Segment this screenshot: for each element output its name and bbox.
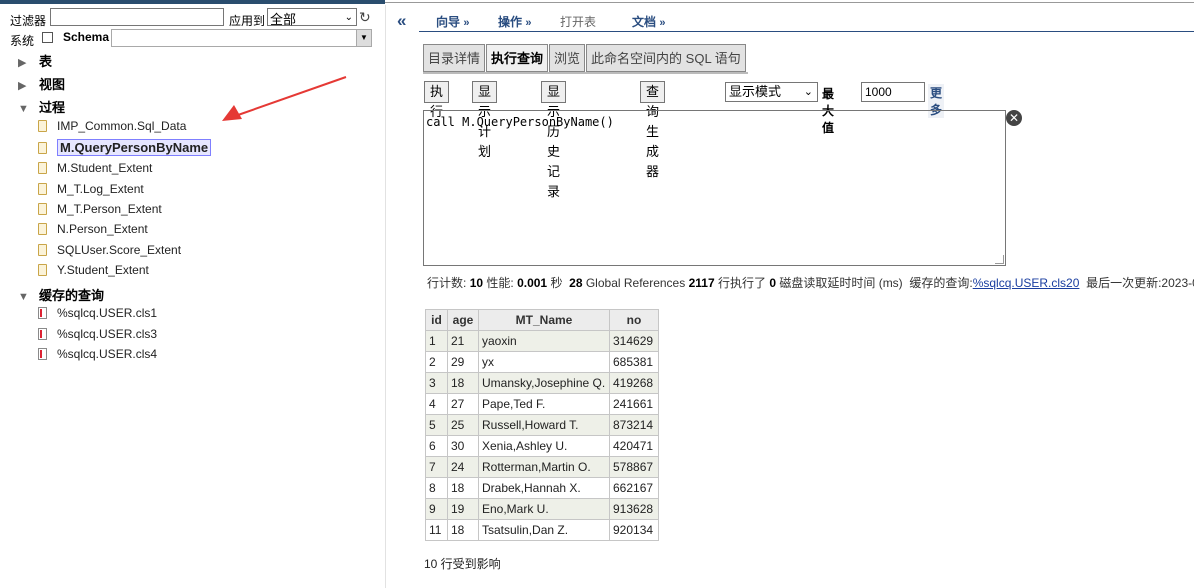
class-icon (38, 348, 47, 360)
procedure-icon (38, 141, 47, 154)
procedure-item[interactable]: M.Student_Extent (38, 161, 152, 175)
table-row: 1 21 yaoxin 314629 (425, 330, 659, 352)
tree-node-procedures[interactable]: ▼ 过程 (18, 97, 65, 116)
resize-grip-icon[interactable] (995, 255, 1004, 264)
procedure-icon (38, 264, 47, 276)
procedure-icon (38, 183, 47, 195)
expand-triangle-icon: ▶ (18, 57, 27, 69)
procedure-item[interactable]: SQLUser.Score_Extent (38, 243, 181, 257)
apply-to-label: 应用到 (229, 14, 266, 28)
menu-open-table[interactable]: 打开表 (560, 13, 596, 30)
tab-bar: 目录详情 执行查询 浏览 此命名空间内的 SQL 语句 (423, 44, 747, 72)
tab-sql-statements[interactable]: 此命名空间内的 SQL 语句 (586, 44, 746, 72)
show-history-button[interactable]: 显示历史记录 (541, 81, 567, 199)
chevron-down-icon: ▼ (356, 30, 371, 46)
results-table: id age MT_Name no 1 21 yaoxin 314629 2 29 yx 6… (425, 309, 659, 541)
cached-query-link[interactable]: %sqlcq.USER.cls20 (973, 276, 1080, 290)
expand-triangle-icon: ▶ (18, 80, 27, 92)
top-stripe-dark (0, 0, 385, 4)
cached-query-item[interactable]: %sqlcq.USER.cls1 (38, 306, 157, 320)
collapse-triangle-icon: ▼ (18, 291, 29, 303)
rows-affected-text: 10 行受到影响 (424, 557, 501, 571)
display-mode-select[interactable]: 显示模式 ⌄ (725, 82, 818, 102)
table-row: 2 29 yx 685381 (425, 351, 659, 373)
table-row: 3 18 Umansky,Josephine Q. 419268 (425, 372, 659, 394)
procedure-item[interactable]: M_T.Log_Extent (38, 182, 144, 196)
query-stats: 行计数: 10 性能: 0.001 秒 28 Global References… (427, 276, 1194, 290)
system-checkbox[interactable] (42, 32, 53, 43)
collapse-triangle-icon: ▼ (18, 103, 29, 115)
table-row: 4 27 Pape,Ted F. 241661 (425, 393, 659, 415)
filter-label: 过滤器 (10, 14, 47, 28)
cached-query-item[interactable]: %sqlcq.USER.cls3 (38, 327, 157, 341)
collapse-panel-icon[interactable]: « (397, 11, 407, 31)
menubar-divider (419, 31, 1194, 32)
tree-node-views[interactable]: ▶ 视图 (18, 74, 65, 93)
column-header: age (447, 309, 479, 331)
procedure-item[interactable]: IMP_Common.Sql_Data (38, 119, 186, 133)
clear-icon[interactable]: ✕ (1006, 110, 1022, 126)
procedure-icon (38, 162, 47, 174)
tab-catalog-details[interactable]: 目录详情 (423, 44, 486, 72)
menu-wizard[interactable]: 向导 » (436, 13, 469, 30)
column-header: MT_Name (478, 309, 610, 331)
apply-to-select[interactable]: 全部 ⌄ (267, 8, 357, 27)
schema-select[interactable]: ▼ (111, 29, 372, 47)
procedure-item[interactable]: Y.Student_Extent (38, 263, 149, 277)
system-label: 系统 (10, 34, 35, 48)
table-row: 6 30 Xenia,Ashley U. 420471 (425, 435, 659, 457)
procedure-icon (38, 120, 47, 132)
tab-underline (423, 72, 748, 74)
refresh-icon[interactable]: ↻ (359, 9, 371, 26)
column-header: no (609, 309, 659, 331)
menu-actions[interactable]: 操作 » (498, 13, 531, 30)
procedure-icon (38, 203, 47, 215)
tab-browse[interactable]: 浏览 (549, 44, 586, 72)
execute-button[interactable]: 执行 (424, 81, 450, 119)
procedure-icon (38, 244, 47, 256)
top-stripe-line (385, 2, 1194, 3)
table-row: 11 18 Tsatsulin,Dan Z. 920134 (425, 519, 659, 541)
cached-query-item[interactable]: %sqlcq.USER.cls4 (38, 347, 157, 361)
query-builder-button[interactable]: 查询生成器 (640, 81, 666, 179)
column-header: id (425, 309, 448, 331)
left-pane: 过滤器 应用到 全部 ⌄ ↻ 系统 Schema ▼ ▶ 表 ▶ 视图 ▼ 过程 IM… (0, 5, 386, 588)
show-plan-button[interactable]: 显示计划 (472, 81, 498, 159)
procedure-item-selected[interactable]: M.QueryPersonByName (38, 139, 212, 156)
table-row: 8 18 Drabek,Hannah X. 662167 (425, 477, 659, 499)
max-rows-input[interactable] (861, 82, 925, 102)
chevron-down-icon: ⌄ (803, 86, 813, 98)
sql-text: call M.QueryPersonByName() (426, 115, 614, 129)
annotation-arrow-icon (222, 76, 347, 121)
class-icon (38, 307, 47, 319)
table-row: 5 25 Russell,Howard T. 873214 (425, 414, 659, 436)
tree-node-tables[interactable]: ▶ 表 (18, 51, 52, 70)
procedure-icon (38, 223, 47, 235)
menu-documentation[interactable]: 文档 » (632, 13, 665, 30)
filter-input[interactable] (50, 8, 224, 26)
tree-node-cached-queries[interactable]: ▼ 缓存的查询 (18, 285, 104, 304)
procedure-item[interactable]: M_T.Person_Extent (38, 202, 162, 216)
table-row: 7 24 Rotterman,Martin O. 578867 (425, 456, 659, 478)
tab-execute-query[interactable]: 执行查询 (486, 44, 549, 72)
apply-to-value: 全部 (270, 12, 297, 27)
class-icon (38, 328, 47, 340)
sql-editor[interactable]: call M.QueryPersonByName() (423, 110, 1006, 266)
procedure-item[interactable]: N.Person_Extent (38, 222, 148, 236)
schema-label: Schema (63, 30, 110, 44)
table-row: 9 19 Eno,Mark U. 913628 (425, 498, 659, 520)
chevron-down-icon: ⌄ (344, 12, 353, 23)
